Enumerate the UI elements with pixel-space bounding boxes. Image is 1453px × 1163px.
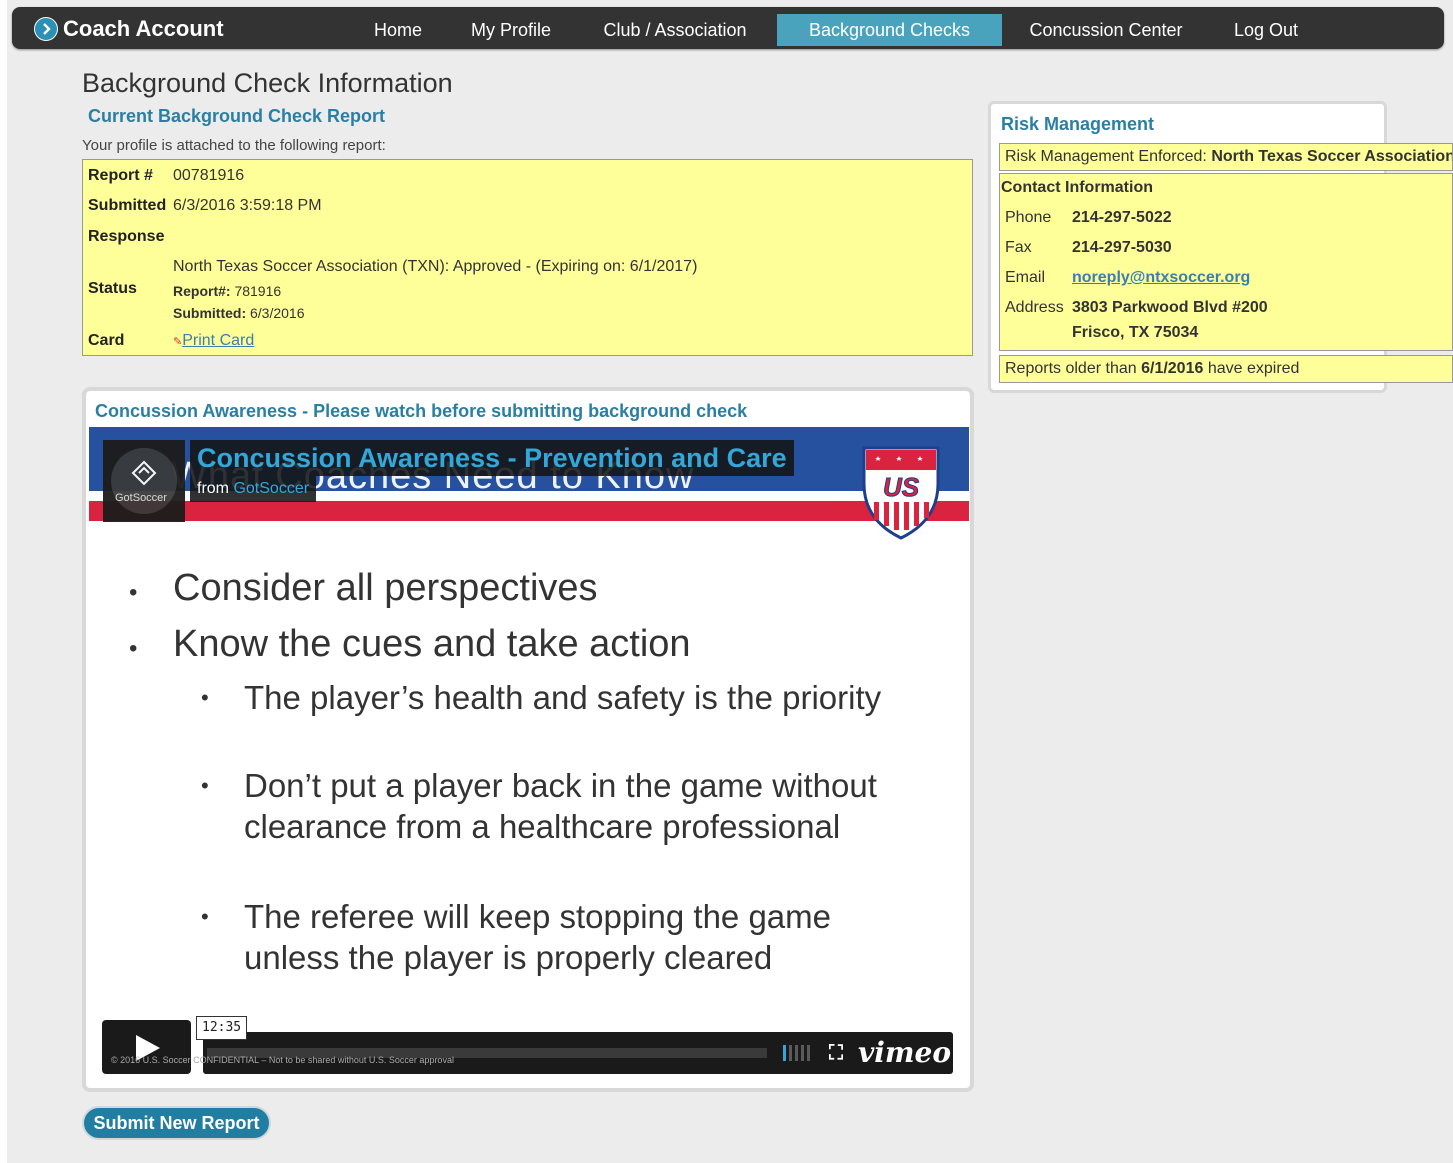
report-box: Report # 00781916 Submitted 6/3/2016 3:5… bbox=[82, 159, 973, 356]
nav-background-checks[interactable]: Background Checks bbox=[777, 14, 1002, 46]
bullet-dot: • bbox=[129, 579, 138, 606]
fax-label: Fax bbox=[1005, 239, 1032, 256]
brand-label: Coach Account bbox=[63, 16, 224, 41]
brand[interactable]: Coach Account bbox=[34, 16, 224, 42]
video-from-box: from GotSoccer bbox=[190, 476, 317, 502]
video-from: from GotSoccer bbox=[197, 480, 309, 497]
nav-home[interactable]: Home bbox=[358, 14, 438, 46]
nav-my-profile[interactable]: My Profile bbox=[463, 14, 559, 46]
page: Coach Account Home My Profile Club / Ass… bbox=[7, 0, 1453, 1163]
video-player[interactable]: What Coaches Need to Know GotSoccer Conc… bbox=[89, 427, 969, 1085]
us-soccer-crest-icon: US bbox=[862, 446, 940, 540]
sub-bullet-text: Don’t put a player back in the game with… bbox=[244, 767, 877, 845]
contact-header: Contact Information bbox=[1001, 179, 1153, 196]
bullet-dot: • bbox=[201, 773, 209, 798]
expired-suffix: have expired bbox=[1207, 360, 1300, 377]
phone-value: 214-297-5022 bbox=[1072, 209, 1172, 226]
status-submitted-value: 6/3/2016 bbox=[250, 305, 305, 321]
nav-club-association[interactable]: Club / Association bbox=[595, 14, 755, 46]
submitted-label: Submitted bbox=[88, 197, 167, 214]
duration-tooltip: 12:35 bbox=[196, 1016, 248, 1040]
top-navbar: Coach Account Home My Profile Club / Ass… bbox=[12, 7, 1444, 49]
risk-enforced-box: Risk Management Enforced: North Texas So… bbox=[999, 143, 1453, 171]
fax-value: 214-297-5030 bbox=[1072, 239, 1172, 256]
bullet-dot: • bbox=[201, 685, 209, 710]
nav-concussion-center[interactable]: Concussion Center bbox=[1024, 14, 1188, 46]
player-controls: ⛶ vimeo bbox=[203, 1032, 953, 1074]
video-title-box: Concussion Awareness - Prevention and Ca… bbox=[190, 440, 794, 476]
bullet-text: Consider all perspectives bbox=[173, 567, 598, 609]
status-submitted: Submitted: 6/3/2016 bbox=[173, 305, 305, 321]
from-source-link[interactable]: GotSoccer bbox=[233, 480, 309, 497]
video-title[interactable]: Concussion Awareness - Prevention and Ca… bbox=[197, 443, 787, 473]
submit-new-report-button[interactable]: Submit New Report bbox=[82, 1106, 271, 1140]
email-link[interactable]: noreply@ntxsoccer.org bbox=[1072, 269, 1250, 287]
bullet-dot: • bbox=[201, 904, 209, 929]
slide-stripe-red bbox=[89, 501, 969, 521]
fullscreen-icon[interactable]: ⛶ bbox=[829, 1042, 843, 1065]
phone-label: Phone bbox=[1005, 209, 1052, 226]
vimeo-logo[interactable]: vimeo bbox=[858, 1036, 951, 1069]
diamond-icon bbox=[131, 460, 157, 486]
crest-text: US bbox=[883, 472, 920, 502]
email-label: Email bbox=[1005, 269, 1046, 286]
expired-date: 6/1/2016 bbox=[1141, 360, 1204, 377]
report-number-label: Report # bbox=[88, 167, 153, 184]
submitted-value: 6/3/2016 3:59:18 PM bbox=[173, 197, 322, 214]
current-report-title: Current Background Check Report bbox=[88, 106, 386, 126]
enforced-label: Risk Management Enforced: bbox=[1005, 148, 1207, 165]
response-label: Response bbox=[88, 228, 165, 245]
expired-prefix: Reports older than bbox=[1005, 360, 1137, 377]
bullet-text: Know the cues and take action bbox=[173, 623, 691, 665]
gotsoccer-logo[interactable]: GotSoccer bbox=[103, 440, 185, 522]
print-card-label[interactable]: Print Card bbox=[182, 332, 254, 349]
play-button[interactable] bbox=[102, 1020, 191, 1074]
address-line-1: 3803 Parkwood Blvd #200 bbox=[1072, 299, 1268, 316]
address-label: Address bbox=[1005, 299, 1064, 316]
status-report-label: Report#: bbox=[173, 283, 231, 299]
sub-bullet-text: The player’s health and safety is the pr… bbox=[244, 679, 882, 716]
address-line-2: Frisco, TX 75034 bbox=[1072, 324, 1199, 341]
card-label: Card bbox=[88, 332, 125, 349]
sub-bullet-text: The referee will keep stopping the game … bbox=[244, 898, 832, 976]
concussion-panel: Concussion Awareness - Please watch befo… bbox=[82, 387, 974, 1092]
volume-icon[interactable] bbox=[783, 1045, 815, 1061]
pdf-icon: ✎ bbox=[173, 336, 183, 348]
enforced-value: North Texas Soccer Association bbox=[1211, 148, 1453, 165]
status-report-value: 781916 bbox=[234, 283, 282, 299]
status-line: North Texas Soccer Association (TXN): Ap… bbox=[173, 258, 698, 275]
nav-log-out[interactable]: Log Out bbox=[1226, 14, 1306, 46]
concussion-title: Concussion Awareness - Please watch befo… bbox=[95, 401, 748, 421]
confidential-note: © 2016 U.S. Soccer CONFIDENTIAL – Not to… bbox=[111, 1055, 454, 1065]
from-label: from bbox=[197, 480, 229, 497]
page-title: Background Check Information bbox=[82, 68, 453, 98]
risk-management-title: Risk Management bbox=[1001, 114, 1155, 134]
contact-info-box: Contact Information Phone 214-297-5022 F… bbox=[999, 173, 1453, 351]
logo-label: GotSoccer bbox=[115, 492, 167, 504]
print-card-link[interactable]: ✎Print Card bbox=[173, 332, 254, 350]
attached-note: Your profile is attached to the followin… bbox=[82, 137, 386, 154]
status-report: Report#: 781916 bbox=[173, 283, 281, 299]
status-label: Status bbox=[88, 280, 137, 297]
report-number-value: 00781916 bbox=[173, 167, 245, 184]
expired-notice-box: Reports older than 6/1/2016 have expired bbox=[999, 355, 1453, 383]
chevron-right-circle-icon bbox=[34, 17, 58, 41]
status-submitted-label: Submitted: bbox=[173, 305, 247, 321]
bullet-dot: • bbox=[129, 635, 138, 662]
